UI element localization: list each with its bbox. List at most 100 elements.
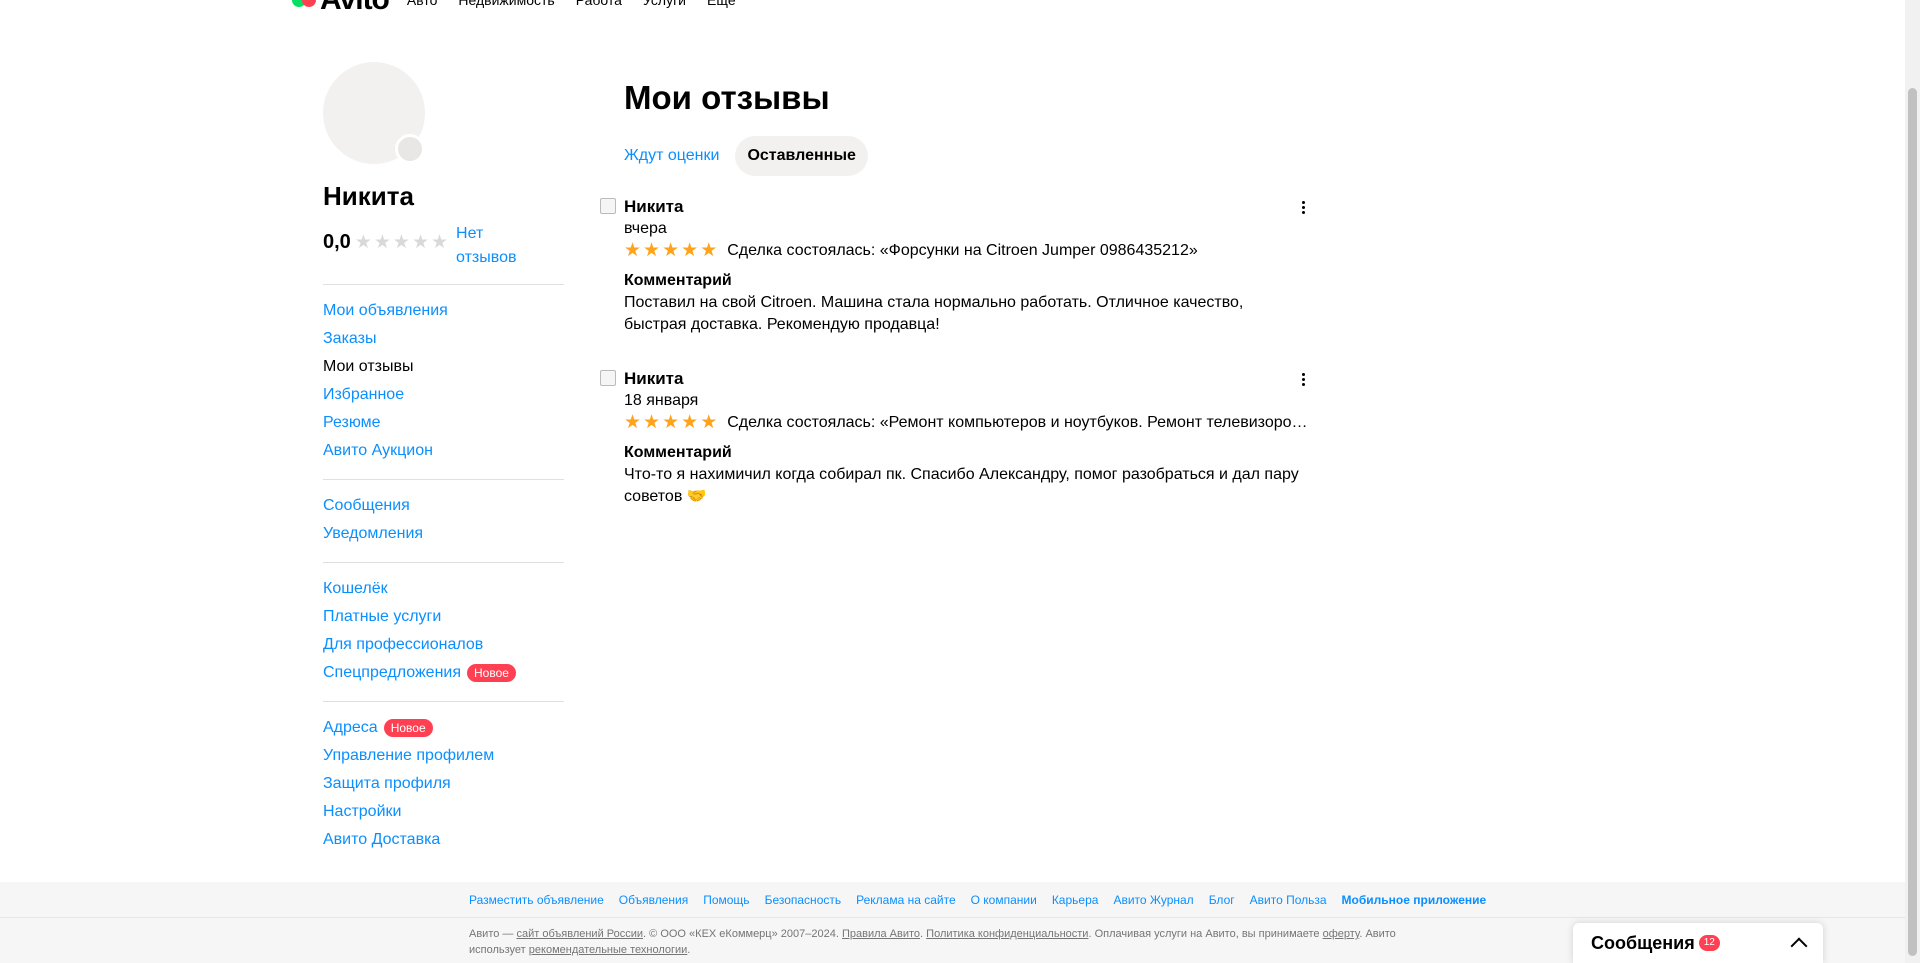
divider xyxy=(323,701,564,702)
review-date: вчера xyxy=(624,220,667,237)
footer-link[interactable]: Карьера xyxy=(1052,892,1099,908)
avito-logo[interactable]: Avito xyxy=(292,0,390,15)
sidebar-item-profile-management[interactable]: Управление профилем xyxy=(323,742,564,770)
legal-text: Авито — сайт объявлений России. © ООО «К… xyxy=(469,926,1429,958)
broken-image-icon xyxy=(600,198,616,214)
review-author[interactable]: Никита xyxy=(624,196,1324,218)
sidebar-item-profile-protection[interactable]: Защита профиля xyxy=(323,770,564,798)
messages-widget[interactable]: Сообщения 12 xyxy=(1573,923,1823,963)
sidebar-item-orders[interactable]: Заказы xyxy=(323,325,564,353)
tab-awaiting[interactable]: Ждут оценки xyxy=(612,136,731,176)
review-author[interactable]: Никита xyxy=(624,368,1324,390)
scrollbar-thumb[interactable] xyxy=(1908,88,1917,956)
sidebar-item-addresses[interactable]: Адреса xyxy=(323,719,378,736)
no-reviews-link[interactable]: Нет отзывов xyxy=(456,222,536,270)
top-nav: Avito Авто Недвижимость Работа Услуги Ещ… xyxy=(292,0,757,15)
legal-link[interactable]: оферту xyxy=(1323,928,1360,940)
footer-link-mobile-app[interactable]: Мобильное приложение xyxy=(1342,892,1487,908)
legal-part: Авито — xyxy=(469,928,517,940)
footer-link[interactable]: Авито Польза xyxy=(1250,892,1327,908)
footer-links-bar: Разместить объявление Объявления Помощь … xyxy=(0,882,1905,918)
footer-link[interactable]: Блог xyxy=(1209,892,1235,908)
avatar[interactable] xyxy=(323,62,425,164)
review-deal: Сделка состоялась: «Ремонт компьютеров и… xyxy=(727,414,1308,431)
footer-link[interactable]: Безопасность xyxy=(765,892,842,908)
sidebar-item-favorites[interactable]: Избранное xyxy=(323,381,564,409)
footer-link[interactable]: Помощь xyxy=(703,892,749,908)
review-date: 18 января xyxy=(624,392,699,409)
comment-label: Комментарий xyxy=(624,444,732,461)
star-icon: ★ xyxy=(681,240,699,261)
sidebar-item-resume[interactable]: Резюме xyxy=(323,409,564,437)
legal-link[interactable]: рекомендательные технологии xyxy=(529,944,688,956)
star-icon: ★ xyxy=(431,232,449,253)
footer-link[interactable]: О компании xyxy=(971,892,1037,908)
star-icon: ★ xyxy=(643,412,661,433)
new-badge: Новое xyxy=(467,663,516,682)
review-card: Никита 18 января ★ ★ ★ ★ ★ Сделка состоя… xyxy=(600,368,1324,508)
sidebar-item-paid-services[interactable]: Платные услуги xyxy=(323,603,564,631)
star-icon: ★ xyxy=(354,232,372,253)
review-deal: Сделка состоялась: «Форсунки на Citroen … xyxy=(727,242,1198,259)
star-icon: ★ xyxy=(662,412,680,433)
legal-link[interactable]: Правила Авито xyxy=(842,928,920,940)
chevron-up-icon[interactable] xyxy=(1790,937,1808,955)
sidebar-item-for-pros[interactable]: Для профессионалов xyxy=(323,631,564,659)
sidebar-item-delivery[interactable]: Авито Доставка xyxy=(323,826,564,854)
page-title: Мои отзывы xyxy=(624,79,830,116)
review-deal-row: ★ ★ ★ ★ ★ Сделка состоялась: «Ремонт ком… xyxy=(624,412,1319,434)
nav-services[interactable]: Услуги xyxy=(643,0,686,12)
sidebar-item-wallet[interactable]: Кошелёк xyxy=(323,575,564,603)
legal-link[interactable]: сайт объявлений России xyxy=(516,928,643,940)
logo-text: Avito xyxy=(320,0,390,15)
profile-name: Никита xyxy=(323,181,414,211)
sidebar-item-my-ads[interactable]: Мои объявления xyxy=(323,297,564,325)
divider xyxy=(323,479,564,480)
footer-link[interactable]: Разместить объявление xyxy=(469,892,604,908)
star-icon: ★ xyxy=(411,232,429,253)
sidebar-item-settings[interactable]: Настройки xyxy=(323,798,564,826)
new-badge: Новое xyxy=(383,718,433,737)
star-icon: ★ xyxy=(392,232,410,253)
nav-realty[interactable]: Недвижимость xyxy=(458,0,554,12)
sidebar-item-special-offers-row: Спецпредложения Новое xyxy=(323,659,564,687)
star-icon: ★ xyxy=(624,240,642,261)
star-icon: ★ xyxy=(373,232,391,253)
tab-left[interactable]: Оставленные xyxy=(735,136,868,176)
footer-link[interactable]: Объявления xyxy=(619,892,688,908)
star-icon: ★ xyxy=(643,240,661,261)
sidebar-item-special-offers[interactable]: Спецпредложения xyxy=(323,664,461,681)
sidebar-item-my-reviews[interactable]: Мои отзывы xyxy=(323,353,564,381)
star-icon: ★ xyxy=(681,412,699,433)
logo-red-dot xyxy=(302,0,316,7)
footer-link[interactable]: Реклама на сайте xyxy=(856,892,956,908)
profile-sidebar: Никита 0,0 ★ ★ ★ ★ ★ Нет отзывов Мои объ… xyxy=(323,62,564,854)
star-icon: ★ xyxy=(662,240,680,261)
sidebar-item-notifications[interactable]: Уведомления xyxy=(323,520,564,548)
legal-part: . Оплачивая услуги на Авито, вы принимае… xyxy=(1088,928,1323,940)
more-options-icon[interactable] xyxy=(1294,198,1312,216)
rating-row: 0,0 ★ ★ ★ ★ ★ Нет отзывов xyxy=(323,222,564,270)
legal-link[interactable]: Политика конфиденциальности xyxy=(926,928,1088,940)
nav-more[interactable]: Ещё xyxy=(707,0,736,12)
more-options-icon[interactable] xyxy=(1294,370,1312,388)
star-icon: ★ xyxy=(700,240,718,261)
rating-value: 0,0 xyxy=(323,231,351,253)
avatar-status-badge xyxy=(395,134,425,164)
sidebar-item-auction[interactable]: Авито Аукцион xyxy=(323,437,564,465)
comment-label: Комментарий xyxy=(624,272,732,289)
messages-count-badge: 12 xyxy=(1698,935,1720,951)
divider xyxy=(323,284,564,285)
nav-jobs[interactable]: Работа xyxy=(576,0,622,12)
star-icon: ★ xyxy=(700,412,718,433)
nav-auto[interactable]: Авто xyxy=(407,0,438,12)
scrollbar[interactable] xyxy=(1905,0,1920,963)
messages-widget-title: Сообщения xyxy=(1591,932,1695,953)
review-comment: Поставил на свой Citroen. Машина стала н… xyxy=(624,294,1244,333)
sidebar-item-messages[interactable]: Сообщения xyxy=(323,492,564,520)
main-content: Мои отзывы Ждут оценки Оставленные Никит… xyxy=(600,74,1324,508)
sidebar-item-addresses-row: Адреса Новое xyxy=(323,714,564,742)
legal-part: . xyxy=(687,944,691,956)
footer-link[interactable]: Авито Журнал xyxy=(1113,892,1193,908)
review-deal-row: ★ ★ ★ ★ ★ Сделка состоялась: «Форсунки н… xyxy=(624,240,1319,262)
